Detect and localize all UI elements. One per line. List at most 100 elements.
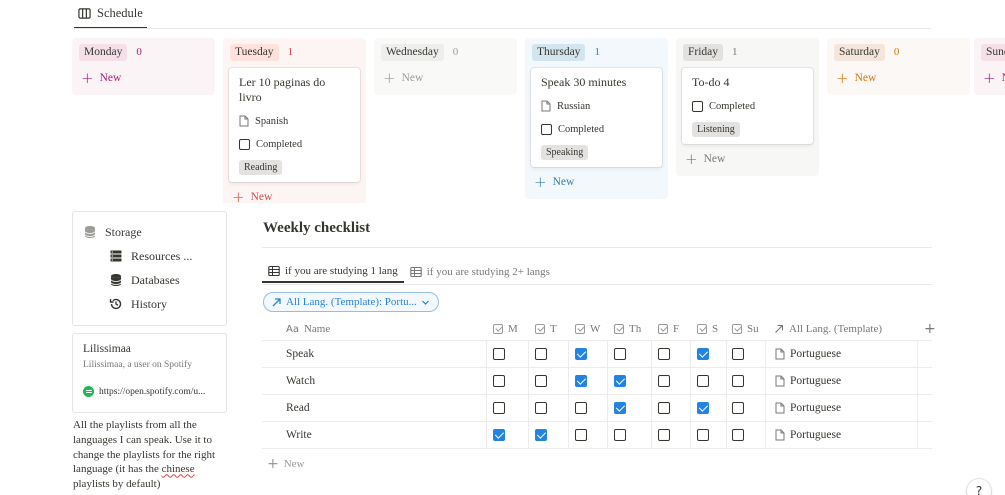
column-header[interactable]: Tuesday 1 — [229, 41, 360, 63]
database-icon — [84, 226, 96, 238]
relation-cell[interactable]: Portuguese — [775, 341, 841, 367]
row-name[interactable]: Read — [286, 395, 310, 421]
row-name[interactable]: Write — [286, 422, 312, 448]
day-checkbox[interactable] — [697, 348, 709, 360]
relation-cell[interactable]: Portuguese — [775, 395, 841, 421]
completed-checkbox[interactable] — [541, 123, 552, 135]
day-checkbox[interactable] — [493, 429, 505, 441]
day-check-cell — [575, 341, 587, 367]
add-card-button[interactable]: + New — [682, 148, 813, 170]
day-checkbox[interactable] — [697, 402, 709, 414]
column-header[interactable]: Wednesday 0 — [380, 41, 511, 63]
day-column-header[interactable]: M — [493, 318, 518, 340]
add-card-button[interactable]: + New — [980, 67, 1005, 89]
day-checkbox[interactable] — [575, 402, 587, 414]
day-checkbox[interactable] — [697, 375, 709, 387]
relation-cell[interactable]: Portuguese — [775, 422, 841, 448]
database-icon — [110, 274, 122, 286]
column-header[interactable]: Friday 1 — [682, 41, 813, 63]
day-checkbox[interactable] — [658, 348, 670, 360]
completed-checkbox[interactable] — [692, 100, 703, 112]
resources-link[interactable]: Resources ... — [83, 247, 216, 265]
add-column-button[interactable]: + — [924, 318, 936, 340]
add-row-button[interactable]: + New — [267, 456, 305, 472]
completed-label: Completed — [709, 100, 756, 112]
day-checkbox[interactable] — [575, 429, 587, 441]
day-checkbox[interactable] — [732, 348, 744, 360]
day-checkbox[interactable] — [493, 348, 505, 360]
day-checkbox[interactable] — [493, 375, 505, 387]
day-checkbox[interactable] — [535, 429, 547, 441]
add-card-label: New — [854, 72, 877, 84]
add-card-button[interactable]: + New — [380, 67, 511, 89]
day-column-header[interactable]: Th — [614, 318, 641, 340]
name-header-label: Name — [303, 323, 331, 335]
board-card[interactable]: To-do 4 Completed Listening — [682, 68, 813, 144]
card-tag-row: Listening — [692, 121, 803, 137]
add-card-button[interactable]: + New — [78, 67, 209, 89]
name-column-header[interactable]: Aa Name — [286, 318, 330, 340]
board-card[interactable]: Ler 10 paginas do livro Spanish Completed R… — [229, 68, 360, 182]
help-button[interactable]: ? — [967, 479, 991, 495]
tab-one-lang[interactable]: if you are studying 1 lang — [262, 260, 404, 283]
relation-filter[interactable]: All Lang. (Template): Portu... — [263, 292, 439, 312]
day-column-header[interactable]: F — [658, 318, 679, 340]
day-checkbox[interactable] — [732, 429, 744, 441]
day-checkbox[interactable] — [493, 402, 505, 414]
day-checkbox[interactable] — [575, 348, 587, 360]
arrow-up-right-icon — [775, 324, 784, 333]
day-checkbox[interactable] — [535, 348, 547, 360]
day-column-header[interactable]: S — [697, 318, 718, 340]
column-header[interactable]: Thursday 1 — [531, 41, 662, 63]
day-checkbox[interactable] — [732, 402, 744, 414]
day-column-header[interactable]: T — [535, 318, 557, 340]
day-checkbox[interactable] — [697, 429, 709, 441]
relation-cell[interactable]: Portuguese — [775, 368, 841, 394]
day-checkbox[interactable] — [535, 375, 547, 387]
row-name[interactable]: Speak — [286, 341, 314, 367]
day-checkbox[interactable] — [614, 375, 626, 387]
page-icon — [775, 375, 785, 387]
add-card-button[interactable]: + New — [229, 186, 360, 203]
add-card-button[interactable]: + New — [833, 67, 964, 89]
card-count: 1 — [287, 46, 294, 58]
day-checkbox[interactable] — [658, 429, 670, 441]
card-tag-row: Reading — [239, 159, 350, 175]
relation-column-header[interactable]: All Lang. (Template) — [774, 318, 882, 340]
spotify-bookmark[interactable]: Lilissimaa Lilissimaa, a user on Spotify… — [72, 333, 227, 413]
completed-label: Completed — [256, 138, 303, 150]
column-header[interactable]: Monday 0 — [78, 41, 209, 63]
day-checkbox[interactable] — [575, 375, 587, 387]
card-count: 1 — [732, 46, 738, 58]
day-checkbox[interactable] — [614, 402, 626, 414]
day-column-header[interactable]: W — [575, 318, 600, 340]
checkbox-type-icon — [535, 324, 545, 334]
column-divider — [917, 395, 918, 421]
day-check-cell — [614, 422, 626, 448]
day-checkbox[interactable] — [614, 348, 626, 360]
row-name[interactable]: Watch — [286, 368, 315, 394]
column-header[interactable]: Saturday 0 — [833, 41, 964, 63]
card-completed: Completed — [692, 99, 803, 113]
tab-multi-lang[interactable]: if you are studying 2+ langs — [404, 260, 556, 283]
databases-link[interactable]: Databases — [83, 271, 216, 289]
board-card[interactable]: Speak 30 minutes Russian Completed Speaking — [531, 68, 662, 167]
card-title: To-do 4 — [692, 75, 730, 89]
column-header[interactable]: Sunday0 — [980, 41, 1005, 63]
relation-value: Portuguese — [790, 375, 842, 387]
schedule-view-label: Schedule — [97, 6, 143, 20]
completed-checkbox[interactable] — [239, 138, 250, 150]
history-link[interactable]: History — [83, 295, 216, 313]
day-checkbox[interactable] — [658, 375, 670, 387]
day-column-header[interactable]: Su — [732, 318, 759, 340]
day-checkbox[interactable] — [732, 375, 744, 387]
plus-icon: + — [534, 172, 547, 191]
storage-link[interactable]: Storage — [83, 223, 216, 241]
day-checkbox[interactable] — [535, 402, 547, 414]
add-card-button[interactable]: + New — [531, 171, 662, 193]
column-divider — [486, 341, 487, 367]
resources-label: Resources ... — [131, 248, 193, 263]
day-checkbox[interactable] — [614, 429, 626, 441]
schedule-view-tab[interactable]: Schedule — [74, 0, 147, 29]
day-checkbox[interactable] — [658, 402, 670, 414]
